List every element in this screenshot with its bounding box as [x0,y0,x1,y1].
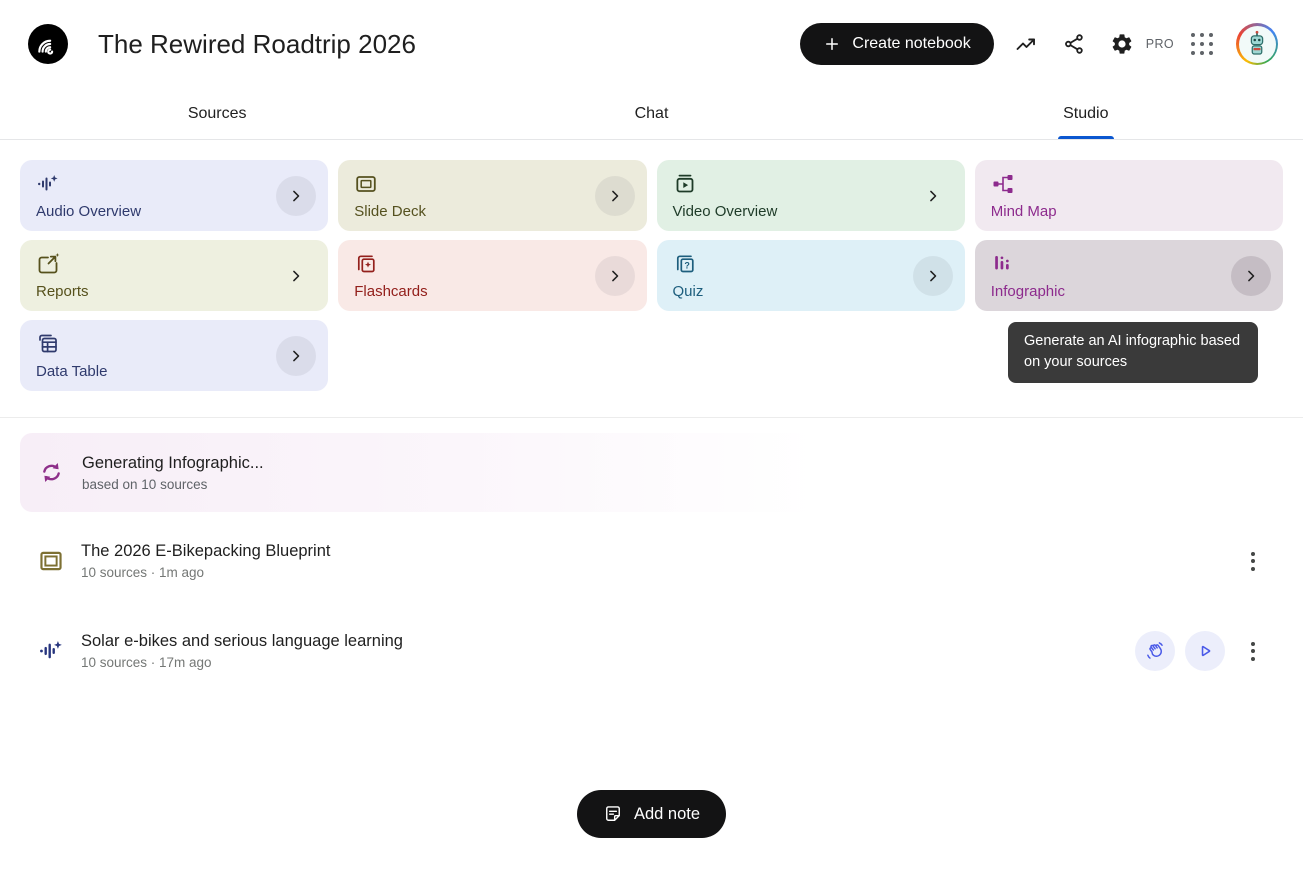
tab-chat[interactable]: Chat [434,88,868,139]
artifact-title: The 2026 E-Bikepacking Blueprint [81,542,330,561]
play-icon [1194,640,1216,662]
artifact-actions [1225,541,1265,581]
robot-avatar-image [1239,26,1276,63]
studio-tool-card-audio-overview[interactable]: Audio Overview [20,160,328,231]
studio-tool-card-mind-map[interactable]: Mind Map [975,160,1283,231]
artifact-row-slide-deck[interactable]: The 2026 E-Bikepacking Blueprint 10 sour… [20,528,1283,594]
video-overview-icon [673,172,697,196]
note-icon [603,804,623,824]
artifact-meta: 10 sources · 17m ago [81,655,403,670]
studio-tool-card-slide-deck[interactable]: Slide Deck [338,160,646,231]
tool-label: Infographic [991,284,1267,299]
tab-chat-label: Chat [635,105,669,123]
google-apps-button[interactable] [1178,20,1226,68]
play-button[interactable] [1185,631,1225,671]
tab-sources[interactable]: Sources [0,88,434,139]
tool-label: Quiz [673,284,949,299]
artifact-meta: 10 sources · 1m ago [81,565,330,580]
studio-tool-card-infographic[interactable]: Infographic [975,240,1283,311]
app-header: The Rewired Roadtrip 2026 Create noteboo… [0,0,1303,88]
chevron-right-icon[interactable] [276,256,316,296]
tab-sources-label: Sources [188,105,247,123]
slide-deck-icon [38,548,64,574]
audio-overview-icon [38,638,64,664]
pro-badge: PRO [1146,37,1174,51]
sync-spinner-icon [38,459,65,486]
add-note-button[interactable]: Add note [577,790,726,838]
quiz-icon: ? [673,252,697,276]
chevron-right-icon[interactable] [913,256,953,296]
generating-text: Generating Infographic... based on 10 so… [82,454,264,492]
create-notebook-button[interactable]: Create notebook [800,23,993,65]
tool-label: Slide Deck [354,204,630,219]
infographic-tooltip: Generate an AI infographic based on your… [1008,322,1258,383]
tool-label: Data Table [36,364,312,379]
mind-map-icon [991,172,1015,196]
chevron-right-icon[interactable] [1231,256,1271,296]
artifact-row-audio-overview[interactable]: Solar e-bikes and serious language learn… [20,618,1283,684]
studio-tool-card-data-table[interactable]: Data Table [20,320,328,391]
notebooklm-logo-icon [35,31,61,57]
gear-icon [1110,32,1134,56]
tool-label: Audio Overview [36,204,312,219]
studio-tool-card-reports[interactable]: Reports [20,240,328,311]
infographic-icon [991,252,1015,276]
add-note-label: Add note [634,805,700,824]
studio-tool-card-quiz[interactable]: ? Quiz [657,240,965,311]
artifact-text: The 2026 E-Bikepacking Blueprint 10 sour… [81,542,330,580]
chevron-right-icon[interactable] [595,256,635,296]
generating-infographic-status: Generating Infographic... based on 10 so… [20,433,816,512]
apps-grid-icon [1191,33,1214,56]
panel-tabs: Sources Chat Studio [0,88,1303,140]
share-icon [1062,32,1086,56]
tool-label: Reports [36,284,312,299]
svg-text:?: ? [684,260,690,270]
studio-tool-card-flashcards[interactable]: Flashcards [338,240,646,311]
chevron-right-icon[interactable] [276,176,316,216]
slide-deck-icon [354,172,378,196]
generating-title: Generating Infographic... [82,454,264,473]
studio-panel: Audio Overview Slide Deck [0,160,1303,838]
chevron-right-icon[interactable] [276,336,316,376]
analytics-button[interactable] [1002,20,1050,68]
notebooklm-logo[interactable] [28,24,68,64]
create-notebook-label: Create notebook [852,35,970,53]
share-button[interactable] [1050,20,1098,68]
artifact-text: Solar e-bikes and serious language learn… [81,632,403,670]
audio-overview-icon [36,172,60,196]
tool-label: Mind Map [991,204,1267,219]
tool-label: Flashcards [354,284,630,299]
account-avatar[interactable] [1236,23,1278,65]
add-note-container: Add note [20,790,1283,838]
waving-hand-icon [1144,640,1166,662]
active-tab-underline [1058,136,1114,139]
tab-studio-label: Studio [1063,105,1108,123]
tab-studio[interactable]: Studio [869,88,1303,139]
settings-button[interactable] [1098,20,1146,68]
chevron-right-icon[interactable] [913,176,953,216]
more-options-button[interactable] [1241,631,1265,671]
section-divider [0,417,1303,418]
interactive-mode-button[interactable] [1135,631,1175,671]
trending-up-icon [1014,32,1038,56]
plus-icon [823,35,841,53]
generating-subtitle: based on 10 sources [82,477,264,492]
studio-tool-card-video-overview[interactable]: Video Overview [657,160,965,231]
reports-icon [36,252,60,276]
chevron-right-icon[interactable] [595,176,635,216]
tool-label: Video Overview [673,204,949,219]
flashcards-icon [354,252,378,276]
more-options-button[interactable] [1241,541,1265,581]
artifact-title: Solar e-bikes and serious language learn… [81,632,403,651]
data-table-icon [36,332,60,356]
artifact-actions [1125,631,1265,671]
notebook-title[interactable]: The Rewired Roadtrip 2026 [98,29,416,60]
